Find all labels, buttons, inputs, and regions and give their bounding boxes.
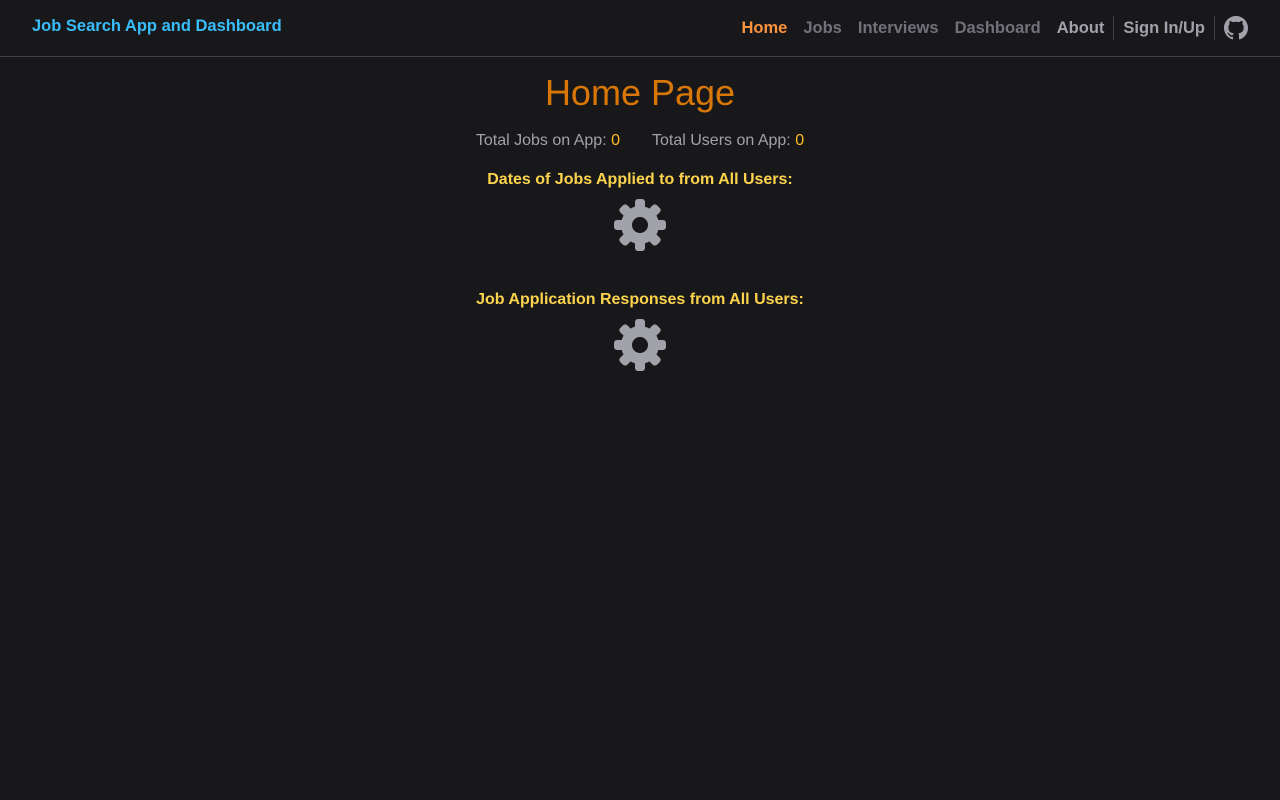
total-jobs-label: Total Jobs on App: xyxy=(475,132,607,149)
responses-heading: Job Application Responses from All Users… xyxy=(476,291,804,308)
gear-icon xyxy=(614,319,666,371)
nav-interviews[interactable]: Interviews xyxy=(850,19,947,38)
total-jobs-stat: Total Jobs on App: 0 xyxy=(476,131,620,151)
github-icon[interactable] xyxy=(1224,16,1248,40)
dates-applied-heading: Dates of Jobs Applied to from All Users: xyxy=(487,171,793,188)
nav-dashboard[interactable]: Dashboard xyxy=(947,19,1049,38)
main-content: Home Page Total Jobs on App: 0 Total Use… xyxy=(0,57,1280,800)
brand-link[interactable]: Job Search App and Dashboard xyxy=(32,17,282,36)
gear-icon xyxy=(614,199,666,251)
total-users-label: Total Users on App: xyxy=(652,132,791,149)
nav-divider xyxy=(1113,16,1115,40)
nav-sign-in-up[interactable]: Sign In/Up xyxy=(1115,19,1213,38)
total-jobs-value: 0 xyxy=(611,132,620,149)
nav-home[interactable]: Home xyxy=(734,19,796,38)
page-title: Home Page xyxy=(544,72,736,113)
stats-row: Total Jobs on App: 0 Total Users on App:… xyxy=(0,131,1280,151)
nav-about[interactable]: About xyxy=(1049,19,1113,38)
nav-jobs[interactable]: Jobs xyxy=(795,19,850,38)
nav-divider xyxy=(1214,16,1215,40)
nav-links: Home Jobs Interviews Dashboard About Sig… xyxy=(734,0,1248,56)
total-users-value: 0 xyxy=(795,132,805,149)
total-users-stat: Total Users on App: 0 xyxy=(652,131,804,151)
navbar: Job Search App and Dashboard Home Jobs I… xyxy=(0,0,1280,57)
